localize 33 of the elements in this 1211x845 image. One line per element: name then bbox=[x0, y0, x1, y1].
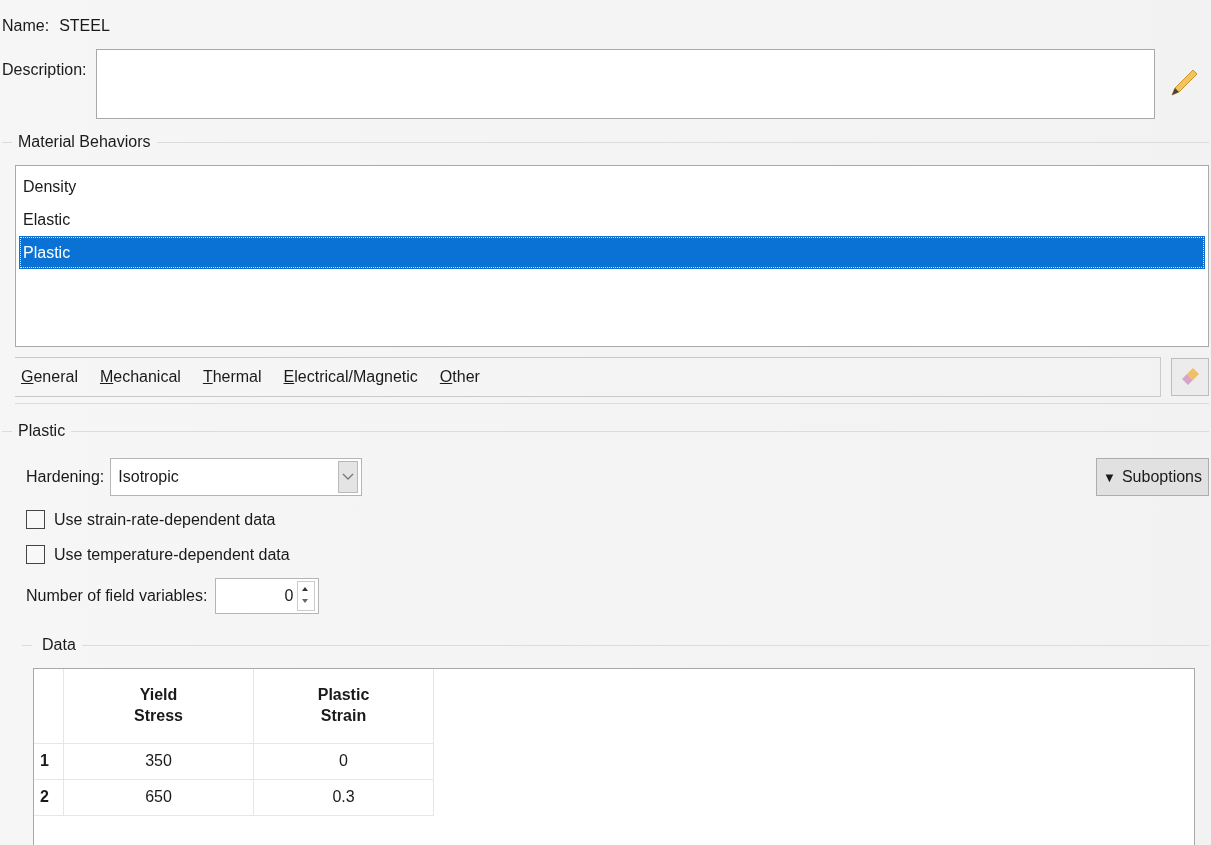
description-label: Description: bbox=[2, 61, 87, 79]
group-title: Plastic bbox=[18, 422, 66, 440]
behavior-item[interactable]: Plastic bbox=[19, 236, 1205, 269]
menu-item[interactable]: Mechanical bbox=[99, 368, 181, 386]
suboptions-button[interactable]: ▼ Suboptions bbox=[1096, 458, 1209, 496]
menu-item[interactable]: Thermal bbox=[202, 368, 262, 386]
table-cell: 650 bbox=[64, 780, 254, 816]
column-header: Yield Stress bbox=[64, 669, 254, 744]
checkbox-label: Use strain-rate-dependent data bbox=[54, 510, 276, 529]
checkbox[interactable] bbox=[26, 510, 45, 529]
row-number: 2 bbox=[34, 780, 64, 816]
description-field[interactable] bbox=[96, 49, 1155, 119]
hardening-label: Hardening: bbox=[26, 468, 105, 486]
name-label: Name: bbox=[2, 17, 50, 35]
menu-item[interactable]: Electrical/Magnetic bbox=[283, 368, 418, 386]
menu-item[interactable]: Other bbox=[439, 368, 480, 386]
table-cell: 0.3 bbox=[254, 780, 434, 816]
behavior-item[interactable]: Elastic bbox=[19, 203, 1205, 236]
hardening-dropdown[interactable]: Isotropic bbox=[110, 458, 363, 496]
group-title: Data bbox=[42, 636, 76, 654]
chevron-icon bbox=[342, 473, 355, 481]
checkbox-label: Use temperature-dependent data bbox=[54, 545, 290, 564]
checkbox[interactable] bbox=[26, 545, 45, 564]
name-value: STEEL bbox=[59, 17, 110, 35]
group-title: Material Behaviors bbox=[18, 133, 151, 151]
row-number: 1 bbox=[34, 744, 64, 780]
table-cell: 350 bbox=[64, 744, 254, 780]
field-variables-spinner[interactable]: 0 bbox=[215, 578, 320, 614]
column-header: Plastic Strain bbox=[254, 669, 434, 744]
field-variables-label: Number of field variables: bbox=[26, 587, 208, 605]
table-cell: 0 bbox=[254, 744, 434, 780]
behavior-item[interactable]: Density bbox=[19, 170, 1205, 203]
menu-item[interactable]: General bbox=[21, 368, 78, 386]
